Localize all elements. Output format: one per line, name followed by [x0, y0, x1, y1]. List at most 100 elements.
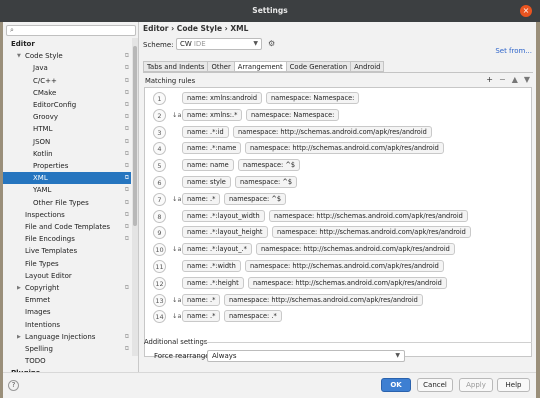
rule-name-token[interactable]: name: style — [182, 176, 231, 188]
rule-row[interactable]: 5 name: name namespace: ^$ — [145, 157, 531, 174]
sidebar-item-live-templates[interactable]: Live Templates — [3, 245, 131, 257]
tab-arrangement[interactable]: Arrangement — [233, 61, 286, 72]
sidebar-item-layout-editor[interactable]: Layout Editor — [3, 270, 131, 282]
rule-namespace-token[interactable]: namespace: ^$ — [238, 159, 301, 172]
rule-number: 4 — [153, 142, 166, 156]
scrollbar-thumb[interactable] — [133, 46, 137, 226]
sidebar-item-editorconfig[interactable]: EditorConfig ⧉ — [3, 99, 131, 111]
rule-namespace-token[interactable]: namespace: Namespace: — [266, 92, 360, 104]
sidebar-item-kotlin[interactable]: Kotlin ⧉ — [3, 148, 131, 160]
rule-name-token[interactable]: name: .* — [182, 310, 221, 323]
sidebar-item-todo[interactable]: TODO — [3, 355, 131, 367]
rule-row[interactable]: 12 name: .*:height namespace: http://schem… — [145, 275, 531, 292]
sidebar-item-emmet[interactable]: Emmet — [3, 294, 131, 306]
matching-rules-list[interactable]: 1 name: xmlns:android namespace: Namespace… — [144, 87, 532, 357]
tab-android[interactable]: Android — [350, 61, 385, 72]
cancel-button[interactable]: Cancel — [417, 378, 453, 392]
sidebar-item-c-c-[interactable]: C/C++ ⧉ — [3, 75, 131, 87]
rule-namespace-token[interactable]: namespace: http://schemas.android.com/ap… — [248, 276, 447, 289]
sidebar-item-copyright[interactable]: ▶ Copyright ⧉ — [3, 282, 131, 294]
sidebar-item-file-and-code-templates[interactable]: File and Code Templates ⧉ — [3, 221, 131, 233]
sidebar-item-other-file-types[interactable]: Other File Types ⧉ — [3, 197, 131, 209]
rule-row[interactable]: 8 name: .*:layout_width namespace: http://… — [145, 208, 531, 225]
rule-namespace-token[interactable]: namespace: Namespace: — [246, 108, 340, 121]
sidebar-item-language-injections[interactable]: ▶ Language Injections ⧉ — [3, 331, 131, 343]
force-rearrange-select[interactable]: Always ▼ — [207, 350, 405, 362]
settings-search-input[interactable]: ⌕ — [6, 25, 136, 36]
rule-name-token[interactable]: name: .*:layout_height — [182, 226, 268, 239]
chevron-right-icon[interactable]: ▶ — [17, 331, 21, 343]
rule-name-token[interactable]: name: .*:height — [182, 276, 244, 289]
rule-name-token[interactable]: name: .*:name — [182, 142, 242, 155]
rule-row[interactable]: 11 name: .*:width namespace: http://schema… — [145, 258, 531, 275]
rule-name-token[interactable]: name: .*:layout_width — [182, 209, 265, 222]
remove-rule-button[interactable]: − — [499, 75, 506, 84]
sidebar-item-label: CMake — [33, 88, 57, 97]
sidebar-item-editor[interactable]: Editor — [3, 38, 131, 50]
sidebar-item-cmake[interactable]: CMake ⧉ — [3, 87, 131, 99]
chevron-down-icon[interactable]: ▼ — [17, 50, 21, 62]
rule-row[interactable]: 2 ↓a name: xmlns:.* namespace: Namespace: — [145, 107, 531, 124]
scheme-label: Scheme: — [143, 41, 174, 49]
gear-icon[interactable]: ⚙ — [268, 39, 275, 48]
close-icon[interactable]: × — [520, 5, 532, 17]
add-rule-button[interactable]: + — [486, 75, 493, 84]
sidebar-item-yaml[interactable]: YAML ⧉ — [3, 184, 131, 196]
scheme-value: CW — [180, 40, 192, 48]
rule-row[interactable]: 10 ↓a name: .*:layout_.* namespace: http://… — [145, 241, 531, 258]
rule-namespace-token[interactable]: namespace: http://schemas.android.com/ap… — [272, 226, 471, 239]
sidebar-item-html[interactable]: HTML ⧉ — [3, 123, 131, 135]
rule-row[interactable]: 13 ↓a name: .* namespace: http://schemas.an… — [145, 292, 531, 309]
rule-namespace-token[interactable]: namespace: http://schemas.android.com/ap… — [245, 260, 444, 272]
rule-row[interactable]: 9 name: .*:layout_height namespace: http:/… — [145, 224, 531, 241]
rule-namespace-token[interactable]: namespace: http://schemas.android.com/ap… — [256, 243, 455, 256]
rule-name-token[interactable]: name: xmlns:.* — [182, 108, 243, 121]
move-down-button[interactable]: ▼ — [524, 75, 530, 84]
sidebar-item-images[interactable]: Images — [3, 306, 131, 318]
move-up-button[interactable]: ▲ — [512, 75, 518, 84]
rule-namespace-token[interactable]: namespace: http://schemas.android.com/ap… — [233, 125, 432, 138]
rule-name-token[interactable]: name: .*:layout_.* — [182, 243, 252, 256]
rule-name-token[interactable]: name: .* — [182, 293, 221, 306]
chevron-right-icon[interactable]: ▶ — [17, 282, 21, 294]
sidebar-item-file-encodings[interactable]: File Encodings ⧉ — [3, 233, 131, 245]
rule-name-token[interactable]: name: .*:width — [182, 260, 241, 272]
rule-row[interactable]: 4 name: .*:name namespace: http://schemas.… — [145, 140, 531, 157]
help-icon[interactable]: ? — [8, 380, 19, 391]
scheme-select[interactable]: CW IDE ▼ — [176, 38, 262, 50]
rule-row[interactable]: 6 name: style namespace: ^$ — [145, 174, 531, 191]
sidebar-item-inspections[interactable]: Inspections ⧉ — [3, 209, 131, 221]
tab-tabs-and-indents[interactable]: Tabs and Indents — [143, 61, 208, 72]
rule-namespace-token[interactable]: namespace: ^$ — [224, 192, 287, 205]
rule-row[interactable]: 3 name: .*:id namespace: http://schemas.an… — [145, 124, 531, 141]
tab-code-generation[interactable]: Code Generation — [285, 61, 351, 72]
rule-name-token[interactable]: name: .*:id — [182, 125, 229, 138]
rule-namespace-token[interactable]: namespace: ^$ — [235, 176, 298, 188]
sidebar-item-code-style[interactable]: ▼ Code Style ⧉ — [3, 50, 131, 62]
tab-other[interactable]: Other — [207, 61, 234, 72]
sidebar-item-spelling[interactable]: Spelling ⧉ — [3, 343, 131, 355]
sidebar-item-groovy[interactable]: Groovy ⧉ — [3, 111, 131, 123]
rule-name-token[interactable]: name: .* — [182, 192, 221, 205]
set-from-link[interactable]: Set from... — [495, 47, 532, 55]
rule-name-token[interactable]: name: xmlns:android — [182, 92, 263, 104]
rule-row[interactable]: 14 ↓a name: .* namespace: .* — [145, 308, 531, 325]
sidebar-item-file-types[interactable]: File Types — [3, 258, 131, 270]
sidebar-item-properties[interactable]: Properties ⧉ — [3, 160, 131, 172]
sidebar-item-java[interactable]: Java ⧉ — [3, 62, 131, 74]
rule-namespace-token[interactable]: namespace: http://schemas.android.com/ap… — [269, 209, 468, 222]
rule-row[interactable]: 7 ↓a name: .* namespace: ^$ — [145, 191, 531, 208]
sidebar-item-json[interactable]: JSON ⧉ — [3, 136, 131, 148]
ok-button[interactable]: OK — [381, 378, 411, 392]
rule-namespace-token[interactable]: namespace: http://schemas.android.com/ap… — [224, 293, 423, 306]
rule-namespace-token[interactable]: namespace: http://schemas.android.com/ap… — [245, 142, 444, 155]
force-rearrange-label: Force rearrange: — [154, 352, 212, 360]
sidebar-item-intentions[interactable]: Intentions — [3, 319, 131, 331]
rule-row[interactable]: 1 name: xmlns:android namespace: Namespace… — [145, 90, 531, 107]
apply-button[interactable]: Apply — [459, 378, 493, 392]
rule-namespace-token[interactable]: namespace: .* — [224, 310, 282, 323]
sidebar-item-xml[interactable]: XML ⧉ — [3, 172, 131, 185]
help-button[interactable]: Help — [497, 378, 530, 392]
sidebar-scrollbar[interactable] — [132, 38, 138, 356]
rule-name-token[interactable]: name: name — [182, 159, 234, 172]
